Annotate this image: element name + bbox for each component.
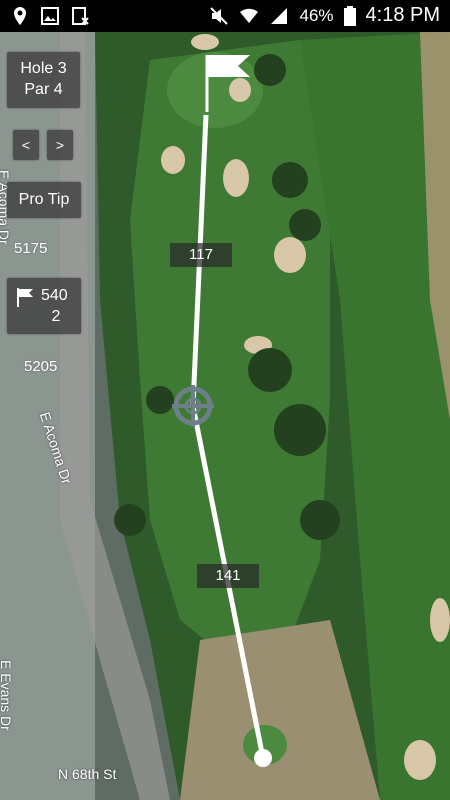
street-label: E Evans Dr (0, 660, 14, 731)
flag-distance-sub: 2 (51, 308, 61, 325)
hole-number: Hole 3 (20, 60, 67, 77)
screenshot-icon (72, 7, 89, 25)
signal-icon (271, 7, 288, 24)
hole-info-button[interactable]: Hole 3 Par 4 (7, 52, 80, 108)
battery-icon (343, 5, 356, 26)
status-bar: 46% 4:18 PM (0, 0, 450, 32)
distance-readout-bottom: 5205 (24, 358, 58, 375)
location-icon (14, 7, 26, 25)
previous-hole-button[interactable]: < (13, 130, 39, 160)
distance-readout-top: 5175 (14, 240, 48, 257)
next-hole-button[interactable]: > (47, 130, 73, 160)
flag-distance-value: 540 (41, 287, 68, 304)
yardage-to-pin: 117 (170, 243, 232, 267)
hole-par: Par 4 (24, 81, 63, 98)
pro-tip-button[interactable]: Pro Tip (7, 182, 81, 218)
tee-position-marker (254, 749, 272, 767)
clock: 4:18 PM (365, 4, 440, 26)
battery-percent: 46% (299, 5, 334, 25)
mute-icon (210, 6, 229, 25)
yardage-from-tee: 141 (197, 564, 259, 588)
wifi-icon (240, 8, 259, 23)
flag-icon (17, 288, 33, 307)
street-label: N 68th St (58, 766, 117, 782)
image-icon (41, 7, 59, 25)
flag-distance-button[interactable]: 540 2 (7, 278, 81, 334)
